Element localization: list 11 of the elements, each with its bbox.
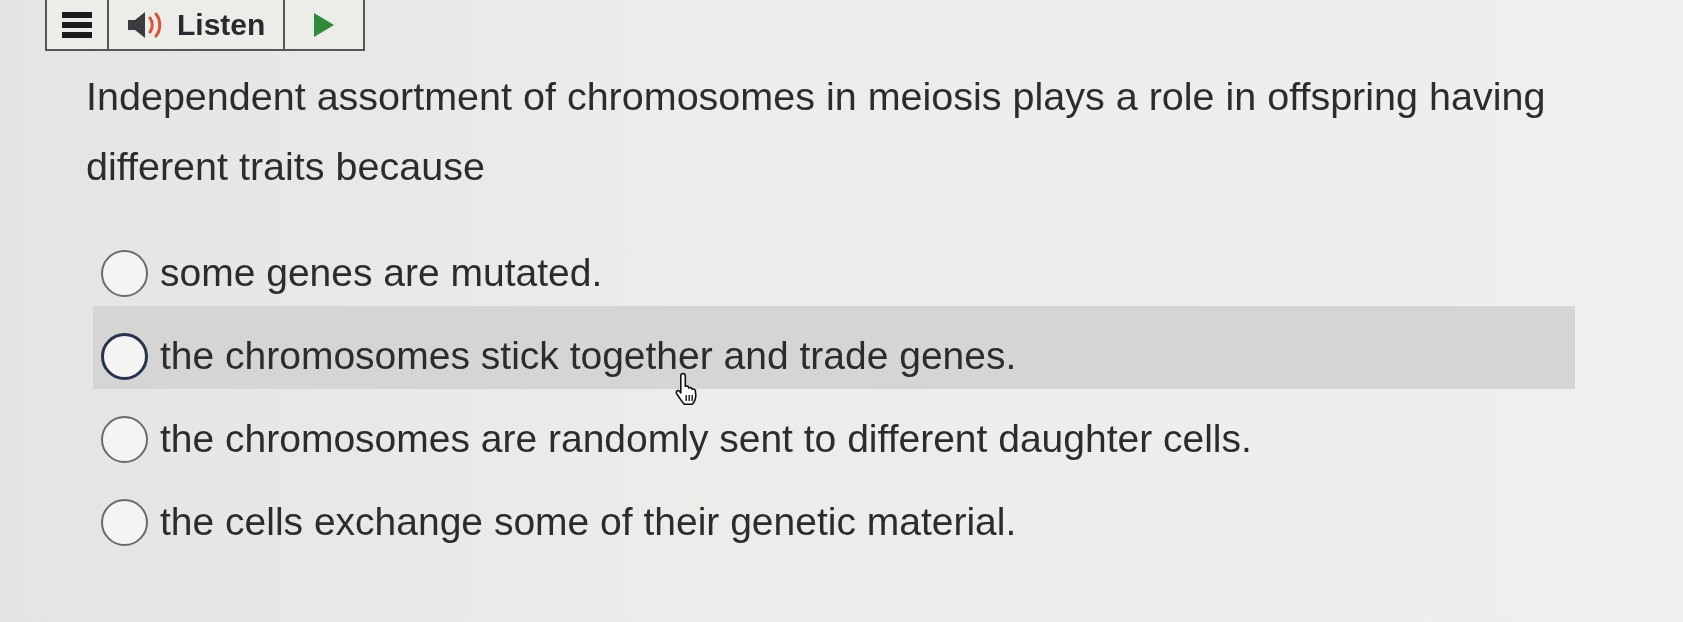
radio-button[interactable]: [101, 416, 148, 463]
menu-icon: [62, 11, 92, 38]
answer-option-text[interactable]: the cells exchange some of their genetic material.: [160, 493, 1017, 552]
radio-button[interactable]: [101, 250, 148, 297]
answer-option-text[interactable]: the chromosomes are randomly sent to different daughter cells.: [160, 410, 1252, 469]
answer-option-text[interactable]: some genes are mutated.: [160, 244, 603, 303]
radio-button[interactable]: [101, 333, 148, 380]
play-icon: [314, 12, 335, 37]
radio-button[interactable]: [101, 499, 148, 546]
answer-option-text[interactable]: the chromosomes stick together and trade genes.: [160, 327, 1017, 386]
question-text: Independent assortment of chromosomes in meiosis plays a role in offspring having different traits because: [86, 73, 1547, 190]
